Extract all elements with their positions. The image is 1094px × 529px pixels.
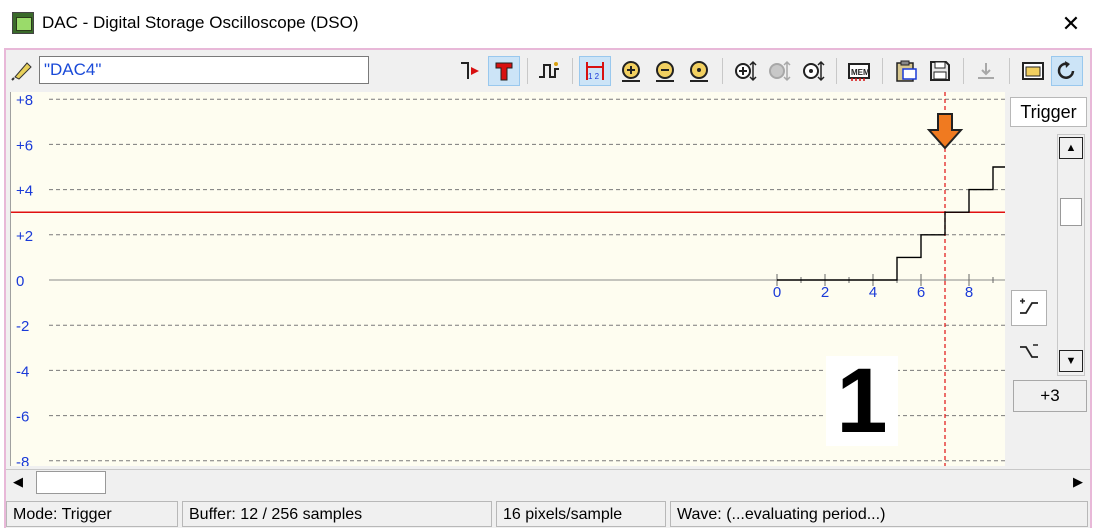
vertical-zoom-out-icon: [769, 60, 791, 82]
clipboard-icon: [896, 60, 917, 82]
channel-name-input[interactable]: [39, 56, 369, 84]
copy-to-clipboard-button[interactable]: [890, 56, 922, 86]
zoom-reset-button[interactable]: [683, 56, 715, 86]
trigger-t-icon: [495, 62, 513, 81]
scroll-down-button[interactable]: ▼: [1059, 350, 1083, 372]
vertical-zoom-in-button[interactable]: [729, 56, 761, 86]
x-tick-label: 0: [773, 284, 781, 301]
status-mode: Mode: Trigger: [6, 501, 178, 527]
zoom-fit-icon: [690, 61, 708, 82]
status-buffer: Buffer: 12 / 256 samples: [182, 501, 492, 527]
rising-edge-icon: [1020, 298, 1038, 314]
memory-button[interactable]: MEM: [843, 56, 875, 86]
trigger-level-scrollbar[interactable]: ▲ ▼: [1057, 134, 1085, 376]
zoom-out-button[interactable]: [649, 56, 681, 86]
zoom-in-icon: [622, 61, 640, 82]
vertical-zoom-out-button[interactable]: [763, 56, 795, 86]
status-scale: 16 pixels/sample: [496, 501, 666, 527]
y-tick-label: -4: [16, 363, 29, 380]
toolbar: 1 2: [6, 50, 1090, 92]
trigger-marker-icon: [461, 62, 479, 79]
status-bar: Mode: Trigger Buffer: 12 / 256 samples 1…: [6, 498, 1090, 528]
x-tick-label: 2: [821, 284, 829, 301]
y-tick-label: -6: [16, 409, 29, 426]
measure-button[interactable]: 1 2: [579, 56, 611, 86]
toolbar-separator: [836, 58, 837, 84]
measure-cursors-icon: 1 2: [586, 62, 604, 81]
scroll-left-button[interactable]: ◀: [8, 472, 28, 492]
scroll-right-button[interactable]: ▶: [1068, 472, 1088, 492]
falling-edge-trigger-button[interactable]: [1011, 334, 1047, 370]
vertical-zoom-in-icon: [735, 60, 757, 82]
y-tick-label: +8: [16, 92, 33, 109]
download-icon: [978, 63, 994, 79]
toolbar-separator: [882, 58, 883, 84]
window-layout-icon: [1022, 62, 1044, 80]
y-tick-label: +4: [16, 183, 33, 200]
oscilloscope-app-icon: [12, 12, 34, 34]
trigger-side-panel: Trigger ▲ ▼ +3: [1005, 92, 1090, 466]
set-trigger-marker-button[interactable]: [454, 56, 486, 86]
toolbar-separator: [527, 58, 528, 84]
memory-chip-icon: MEM: [848, 63, 870, 81]
horizontal-scroll-thumb[interactable]: [36, 471, 106, 494]
display-settings-button[interactable]: [1017, 56, 1049, 86]
toolbar-separator: [1009, 58, 1010, 84]
y-tick-label: -8: [16, 454, 29, 466]
svg-text:MEM: MEM: [851, 68, 870, 77]
floppy-disk-icon: [930, 61, 950, 81]
zoom-out-icon: [656, 61, 674, 82]
horizontal-scrollbar[interactable]: ◀ ▶: [6, 469, 1090, 495]
x-tick-label: 4: [869, 284, 877, 301]
trigger-position-arrow-icon: [926, 113, 964, 150]
y-tick-label: +2: [16, 228, 33, 245]
save-button[interactable]: [924, 56, 956, 86]
overlay-step-label: 1: [826, 355, 898, 447]
trigger-mode-button[interactable]: [488, 56, 520, 86]
waveform-settings-button[interactable]: [533, 56, 565, 86]
download-button[interactable]: [970, 56, 1002, 86]
continuous-run-button[interactable]: [1051, 56, 1083, 86]
toolbar-separator: [963, 58, 964, 84]
y-tick-label: -2: [16, 318, 29, 335]
title-bar: DAC - Digital Storage Oscilloscope (DSO)…: [0, 0, 1094, 48]
status-wave: Wave: (...evaluating period...): [670, 501, 1088, 527]
vertical-zoom-fit-icon: [803, 60, 825, 82]
scroll-up-button[interactable]: ▲: [1059, 137, 1083, 159]
toolbar-separator: [722, 58, 723, 84]
dso-window-frame: 1 2: [4, 48, 1092, 528]
trigger-level-thumb[interactable]: [1060, 198, 1082, 226]
square-wave-icon: [539, 62, 559, 78]
close-button[interactable]: ✕: [1048, 0, 1094, 48]
vertical-zoom-reset-button[interactable]: [797, 56, 829, 86]
y-tick-label: +6: [16, 137, 33, 154]
trigger-panel-label: Trigger: [1010, 97, 1087, 127]
svg-text:1 2: 1 2: [588, 72, 600, 81]
zoom-in-button[interactable]: [615, 56, 647, 86]
probe-icon: [11, 62, 32, 81]
y-tick-label: 0: [16, 273, 24, 290]
toolbar-separator: [572, 58, 573, 84]
window-title: DAC - Digital Storage Oscilloscope (DSO): [42, 13, 359, 32]
rising-edge-trigger-button[interactable]: [1011, 290, 1047, 326]
waveform-series-line: [777, 166, 1005, 281]
x-tick-label: 8: [965, 284, 973, 301]
trigger-level-value: +3: [1013, 380, 1087, 412]
x-tick-label: 6: [917, 284, 925, 301]
refresh-icon: [1057, 61, 1075, 79]
falling-edge-icon: [1020, 344, 1038, 358]
